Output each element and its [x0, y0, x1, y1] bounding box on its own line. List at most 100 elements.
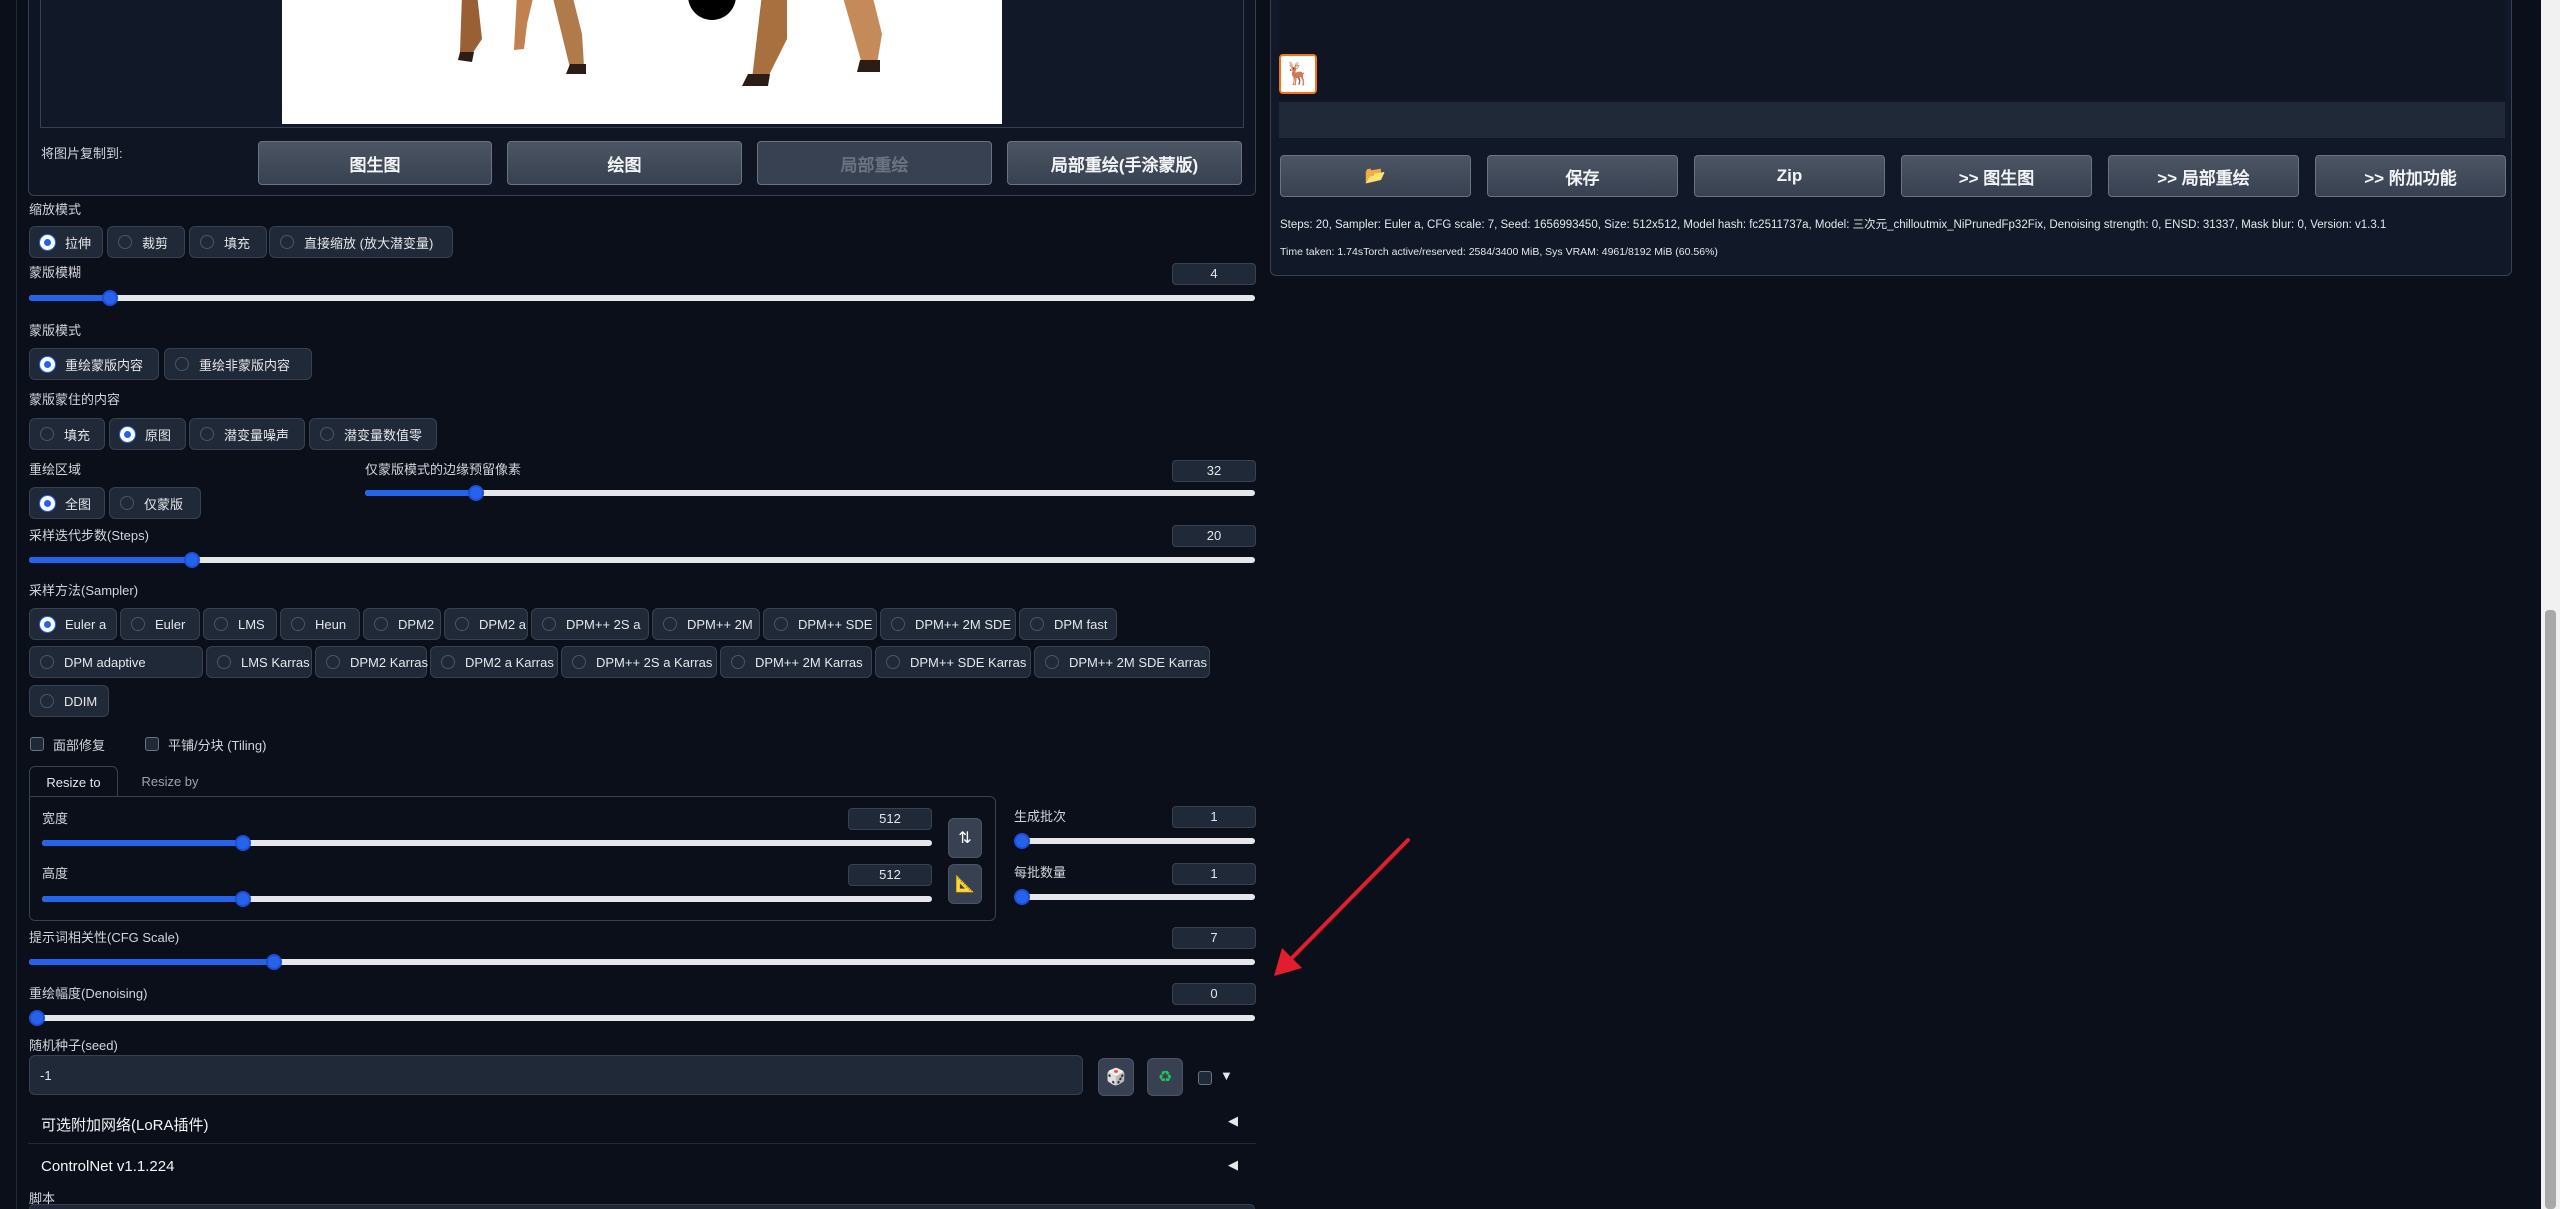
mask-mode-inpaint-not-masked[interactable]: 重绘非蒙版内容	[164, 348, 312, 380]
padding-input[interactable]: 32	[1172, 460, 1256, 482]
width-input[interactable]: 512	[848, 808, 932, 830]
cfg-slider[interactable]	[29, 954, 1255, 970]
swap-dimensions-button[interactable]: ⇅	[948, 818, 982, 858]
sampler-option[interactable]: LMS	[203, 608, 277, 640]
open-folder-button[interactable]: 📂	[1280, 155, 1471, 197]
radio-label: 拉伸	[65, 235, 92, 251]
height-label: 高度	[42, 866, 69, 881]
copy-to-inpaint-button[interactable]: 局部重绘	[757, 141, 992, 185]
resize-mode-crop[interactable]: 裁剪	[107, 226, 185, 258]
radio-dot	[1030, 617, 1044, 631]
radio-dot	[200, 427, 214, 441]
batch-count-input[interactable]: 1	[1172, 806, 1256, 828]
inpaint-area-only-masked[interactable]: 仅蒙版	[109, 487, 201, 519]
sampler-label: 采样方法(Sampler)	[29, 583, 139, 598]
masked-content-label: 蒙版蒙住的内容	[29, 392, 121, 407]
send-to-inpaint-button[interactable]: >> 局部重绘	[2108, 155, 2299, 197]
sampler-option[interactable]: DPM++ SDE	[763, 608, 877, 640]
radio-label: DPM++ SDE Karras	[910, 654, 1027, 670]
steps-slider[interactable]	[29, 552, 1255, 568]
copy-to-sketch-button[interactable]: 绘图	[507, 141, 742, 185]
masked-content-latent-nothing[interactable]: 潜变量数值零	[309, 418, 437, 450]
send-to-extras-button[interactable]: >> 附加功能	[2315, 155, 2506, 197]
sampler-option[interactable]: DPM++ SDE Karras	[875, 646, 1031, 678]
sampler-option[interactable]: LMS Karras	[206, 646, 312, 678]
resize-mode-fill[interactable]: 填充	[189, 226, 267, 258]
controlnet-accordion[interactable]	[28, 1146, 1256, 1188]
send-to-img2img-button[interactable]: >> 图生图	[1901, 155, 2092, 197]
scrollbar-thumb[interactable]	[2545, 610, 2556, 1209]
sampler-option[interactable]: DPM++ 2S a	[531, 608, 649, 640]
sampler-option[interactable]: DDIM	[29, 685, 109, 717]
controlnet-accordion-title: ControlNet v1.1.224	[41, 1158, 175, 1175]
steps-input[interactable]: 20	[1172, 525, 1256, 547]
sampler-option[interactable]: DPM2	[363, 608, 441, 640]
output-thumbnail[interactable]: 🦌	[1279, 54, 1317, 94]
sampler-option[interactable]: Heun	[280, 608, 360, 640]
sampler-option[interactable]: DPM2 a	[444, 608, 528, 640]
extra-seed-toggle-icon[interactable]: ▼	[1220, 1068, 1233, 1083]
radio-dot	[200, 235, 214, 249]
resize-mode-stretch[interactable]: 拉伸	[29, 226, 103, 258]
script-dropdown[interactable]	[29, 1204, 1255, 1209]
radio-label: DPM2	[398, 616, 435, 632]
mask-blur-slider[interactable]	[29, 290, 1255, 306]
width-slider[interactable]	[42, 835, 932, 851]
tab-resize-by[interactable]: Resize by	[128, 766, 212, 797]
mask-blur-input[interactable]: 4	[1172, 263, 1256, 285]
inpaint-area-whole[interactable]: 全图	[29, 487, 105, 519]
radio-label: DPM2 Karras	[350, 654, 429, 670]
radio-label: 裁剪	[142, 235, 169, 251]
mask-mode-inpaint-masked[interactable]: 重绘蒙版内容	[29, 348, 159, 380]
batch-size-slider[interactable]	[1014, 889, 1255, 905]
sampler-option[interactable]: DPM2 Karras	[315, 646, 429, 678]
copy-to-inpaint-sketch-button[interactable]: 局部重绘(手涂蒙版)	[1007, 141, 1242, 185]
sampler-option[interactable]: Euler	[120, 608, 200, 640]
batch-size-input[interactable]: 1	[1172, 863, 1256, 885]
sampler-option[interactable]: DPM++ 2M	[652, 608, 760, 640]
batch-count-slider[interactable]	[1014, 833, 1255, 849]
cfg-label: 提示词相关性(CFG Scale)	[29, 930, 180, 945]
tab-resize-to[interactable]: Resize to	[29, 766, 118, 797]
masked-content-original[interactable]: 原图	[109, 418, 186, 450]
zip-button[interactable]: Zip	[1694, 155, 1885, 197]
sampler-option[interactable]: DPM2 a Karras	[430, 646, 558, 678]
seed-input[interactable]: -1	[29, 1055, 1083, 1095]
save-button[interactable]: 保存	[1487, 155, 1678, 197]
tiling-checkbox[interactable]	[145, 737, 159, 751]
denoise-slider[interactable]	[29, 1010, 1255, 1026]
height-input[interactable]: 512	[848, 864, 932, 886]
red-arrow-annotation	[1274, 838, 1410, 976]
lora-accordion[interactable]	[28, 1100, 1256, 1144]
masked-content-fill[interactable]: 填充	[29, 418, 105, 450]
radio-dot	[40, 356, 55, 372]
sampler-option[interactable]: DPM++ 2M Karras	[720, 646, 872, 678]
cfg-input[interactable]: 7	[1172, 927, 1256, 949]
padding-slider[interactable]	[365, 485, 1255, 501]
sampler-option[interactable]: DPM++ 2M SDE	[880, 608, 1016, 640]
detect-size-button[interactable]: 📐	[948, 864, 982, 904]
sampler-option[interactable]: DPM fast	[1019, 608, 1117, 640]
lora-collapse-icon[interactable]: ◀	[1228, 1113, 1238, 1129]
masked-content-latent-noise[interactable]: 潜变量噪声	[189, 418, 305, 450]
controlnet-collapse-icon[interactable]: ◀	[1228, 1157, 1238, 1173]
copy-to-img2img-button[interactable]: 图生图	[258, 141, 492, 185]
extra-seed-checkbox[interactable]	[1198, 1071, 1212, 1085]
radio-label: DPM2 a	[479, 616, 526, 632]
random-seed-button[interactable]: 🎲	[1098, 1058, 1134, 1096]
radio-dot	[131, 617, 145, 631]
reuse-seed-button[interactable]: ♻	[1147, 1058, 1183, 1096]
radio-dot	[217, 655, 231, 669]
swap-icon: ⇅	[958, 830, 972, 847]
lora-accordion-title: 可选附加网络(LoRA插件)	[41, 1117, 209, 1134]
sampler-option[interactable]: DPM adaptive	[29, 646, 203, 678]
tab-label: Resize by	[141, 774, 199, 789]
denoise-input[interactable]: 0	[1172, 983, 1256, 1005]
deer-legs-image	[458, 0, 882, 86]
resize-mode-latent[interactable]: 直接缩放 (放大潜变量)	[269, 226, 453, 258]
face-restore-checkbox[interactable]	[30, 737, 44, 751]
sampler-option[interactable]: DPM++ 2M SDE Karras	[1034, 646, 1210, 678]
sampler-option[interactable]: DPM++ 2S a Karras	[561, 646, 717, 678]
height-slider[interactable]	[42, 891, 932, 907]
sampler-option[interactable]: Euler a	[29, 608, 117, 640]
